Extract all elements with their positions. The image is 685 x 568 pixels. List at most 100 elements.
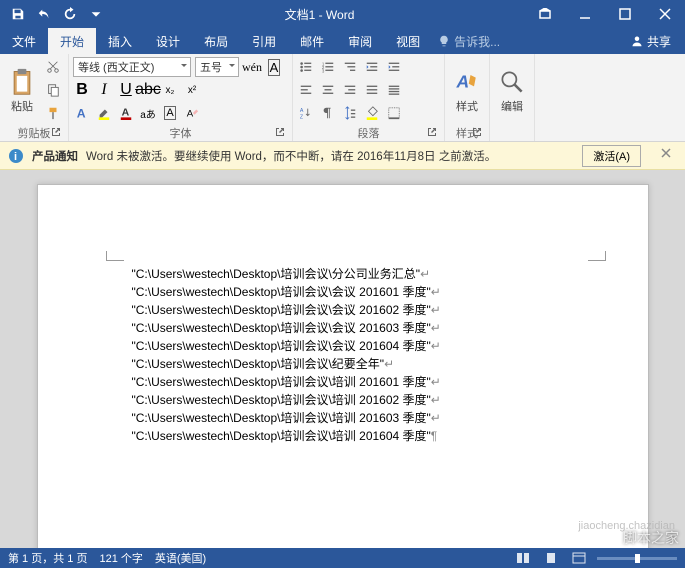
highlight-icon <box>97 106 111 120</box>
show-marks-button[interactable] <box>319 102 337 124</box>
editing-button[interactable]: 编辑 <box>494 56 530 125</box>
zoom-slider[interactable] <box>597 557 677 560</box>
tab-home[interactable]: 开始 <box>48 28 96 54</box>
tab-layout[interactable]: 布局 <box>192 28 240 54</box>
grow-font-button[interactable]: wén <box>243 56 261 78</box>
qat-customize-button[interactable] <box>84 3 108 25</box>
copy-button[interactable] <box>42 79 64 101</box>
maximize-button[interactable] <box>605 0 645 28</box>
styles-icon: A <box>453 68 481 96</box>
document-line[interactable]: "C:\Users\westech\Desktop\培训会议\纪要全年"↵ <box>132 355 441 373</box>
character-border-button[interactable]: A <box>161 102 179 124</box>
text-effects-button[interactable]: A <box>73 102 91 124</box>
word-count[interactable]: 121 个字 <box>99 550 142 566</box>
document-line[interactable]: "C:\Users\westech\Desktop\培训会议\分公司业务汇总"↵ <box>132 265 441 283</box>
paragraph-launcher[interactable] <box>426 127 438 139</box>
web-icon <box>572 552 586 564</box>
highlight-button[interactable] <box>95 102 113 124</box>
ribbon-display-button[interactable] <box>525 0 565 28</box>
bold-button[interactable]: B <box>73 79 91 101</box>
tab-insert[interactable]: 插入 <box>96 28 144 54</box>
read-mode-button[interactable] <box>513 550 533 566</box>
decrease-indent-button[interactable] <box>363 56 381 78</box>
redo-button[interactable] <box>58 3 82 25</box>
print-layout-button[interactable] <box>541 550 561 566</box>
tell-me-search[interactable]: 告诉我... <box>438 28 500 54</box>
document-line[interactable]: "C:\Users\westech\Desktop\培训会议\培训 201602… <box>132 391 441 409</box>
justify-button[interactable] <box>363 79 381 101</box>
increase-indent-button[interactable] <box>385 56 403 78</box>
format-painter-button[interactable] <box>42 102 64 124</box>
underline-button[interactable]: U <box>117 79 135 101</box>
change-case-button[interactable]: A <box>265 56 283 78</box>
svg-text:A: A <box>77 106 86 120</box>
font-name-value: 等线 (西文正文) <box>78 59 154 75</box>
zoom-thumb[interactable] <box>635 554 640 563</box>
web-layout-button[interactable] <box>569 550 589 566</box>
styles-launcher[interactable] <box>471 127 483 139</box>
page-indicator[interactable]: 第 1 页，共 1 页 <box>8 550 87 566</box>
tab-file[interactable]: 文件 <box>0 28 48 54</box>
multilevel-list-button[interactable] <box>341 56 359 78</box>
tab-view[interactable]: 视图 <box>384 28 432 54</box>
close-button[interactable] <box>645 0 685 28</box>
document-content[interactable]: "C:\Users\westech\Desktop\培训会议\分公司业务汇总"↵… <box>132 265 441 445</box>
font-size-combo[interactable]: 五号 <box>195 57 239 77</box>
phonetic-guide-button[interactable]: aあ <box>139 102 157 124</box>
borders-button[interactable] <box>385 102 403 124</box>
activate-button[interactable]: 激活(A) <box>582 145 641 167</box>
tab-review[interactable]: 审阅 <box>336 28 384 54</box>
notification-message: Word 未被激活。要继续使用 Word，而不中断，请在 2016年11月8日 … <box>86 148 496 164</box>
notification-close-button[interactable] <box>661 148 677 164</box>
info-icon: i <box>8 148 24 164</box>
undo-button[interactable] <box>32 3 56 25</box>
line-spacing-icon <box>343 106 357 120</box>
clear-formatting-button[interactable]: A <box>183 102 201 124</box>
align-right-button[interactable] <box>341 79 359 101</box>
tab-design[interactable]: 设计 <box>144 28 192 54</box>
share-button[interactable]: 共享 <box>617 28 685 54</box>
sort-button[interactable]: AZ <box>297 102 315 124</box>
styles-button[interactable]: A 样式 <box>449 56 485 125</box>
minimize-button[interactable] <box>565 0 605 28</box>
outdent-icon <box>365 60 379 74</box>
font-launcher[interactable] <box>274 127 286 139</box>
font-color-button[interactable]: A <box>117 102 135 124</box>
italic-button[interactable]: I <box>95 79 113 101</box>
clipboard-launcher[interactable] <box>50 127 62 139</box>
line-spacing-button[interactable] <box>341 102 359 124</box>
cut-button[interactable] <box>42 56 64 78</box>
svg-text:A: A <box>122 107 130 119</box>
copy-icon <box>46 83 60 97</box>
align-center-icon <box>321 83 335 97</box>
language-indicator[interactable]: 英语(美国) <box>155 550 206 566</box>
save-button[interactable] <box>6 3 30 25</box>
svg-text:Z: Z <box>300 114 304 120</box>
distributed-button[interactable] <box>385 79 403 101</box>
font-name-combo[interactable]: 等线 (西文正文) <box>73 57 191 77</box>
document-line[interactable]: "C:\Users\westech\Desktop\培训会议\会议 201604… <box>132 337 441 355</box>
align-center-button[interactable] <box>319 79 337 101</box>
paragraph-group-label: 段落 <box>297 125 440 141</box>
document-line[interactable]: "C:\Users\westech\Desktop\培训会议\培训 201604… <box>132 427 441 445</box>
shading-button[interactable] <box>363 102 381 124</box>
document-page[interactable]: "C:\Users\westech\Desktop\培训会议\分公司业务汇总"↵… <box>37 184 649 548</box>
document-line[interactable]: "C:\Users\westech\Desktop\培训会议\培训 201601… <box>132 373 441 391</box>
strikethrough-button[interactable]: abc <box>139 79 157 101</box>
document-workspace[interactable]: "C:\Users\westech\Desktop\培训会议\分公司业务汇总"↵… <box>0 170 685 548</box>
tab-references[interactable]: 引用 <box>240 28 288 54</box>
document-line[interactable]: "C:\Users\westech\Desktop\培训会议\会议 201602… <box>132 301 441 319</box>
align-left-button[interactable] <box>297 79 315 101</box>
subscript-button[interactable]: x₂ <box>161 79 179 101</box>
paste-label: 粘贴 <box>11 98 33 114</box>
tab-mailings[interactable]: 邮件 <box>288 28 336 54</box>
bullets-button[interactable] <box>297 56 315 78</box>
document-line[interactable]: "C:\Users\westech\Desktop\培训会议\会议 201601… <box>132 283 441 301</box>
group-paragraph: 123 AZ 段落 <box>293 54 445 141</box>
align-left-icon <box>299 83 313 97</box>
numbering-button[interactable]: 123 <box>319 56 337 78</box>
paste-button[interactable]: 粘贴 <box>4 56 40 125</box>
document-line[interactable]: "C:\Users\westech\Desktop\培训会议\会议 201603… <box>132 319 441 337</box>
document-line[interactable]: "C:\Users\westech\Desktop\培训会议\培训 201603… <box>132 409 441 427</box>
superscript-button[interactable]: x² <box>183 79 201 101</box>
